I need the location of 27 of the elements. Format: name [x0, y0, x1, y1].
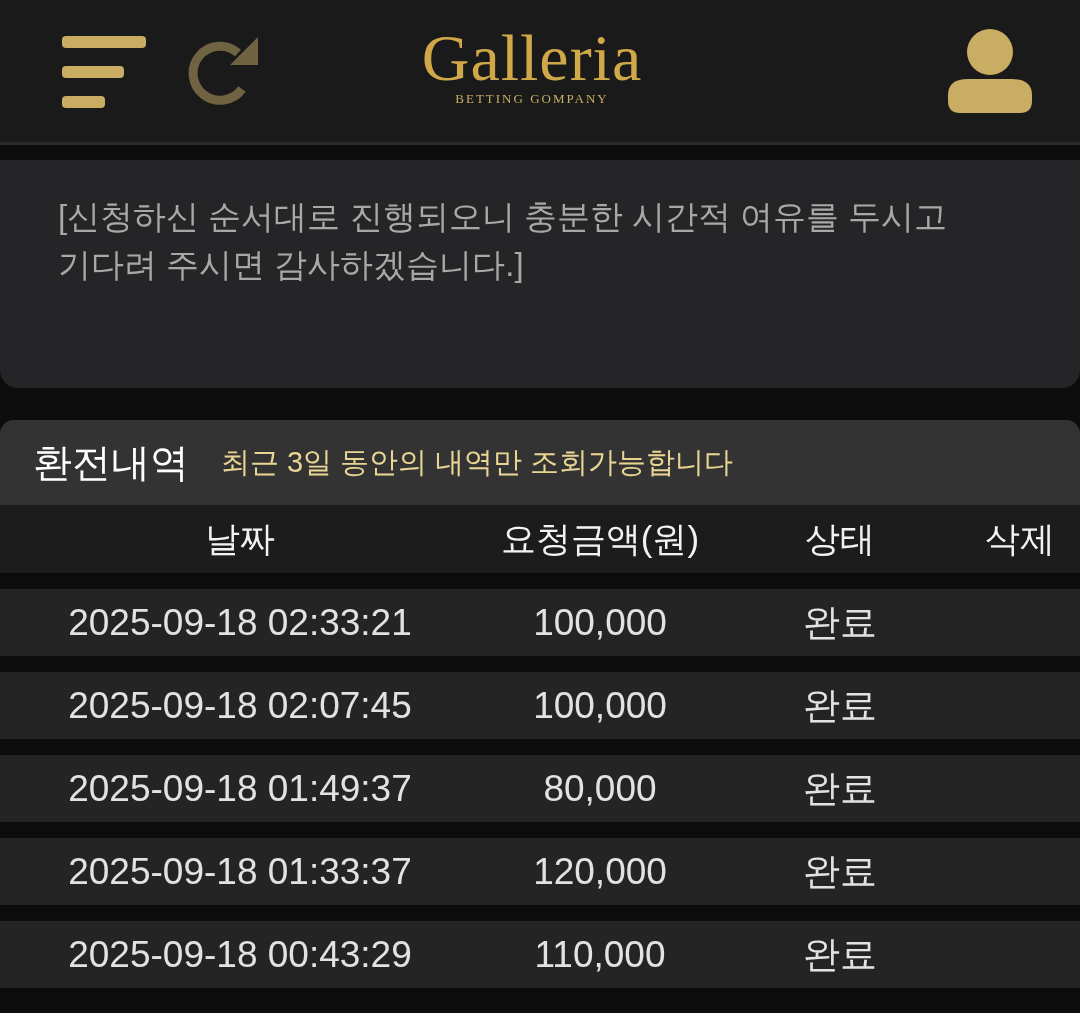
date-cell: 2025-09-18 02:07:45 [68, 684, 412, 727]
date-cell: 2025-09-18 02:33:21 [68, 601, 412, 644]
amount-cell: 110,000 [534, 933, 666, 976]
status-cell-text: 완료 [803, 683, 877, 728]
date-cell: 2025-09-18 01:33:37 [68, 850, 412, 893]
amount-cell: 120,000 [533, 850, 667, 893]
amount-cell: 100,000 [533, 601, 667, 644]
amount-cell: 100,000 [533, 684, 667, 727]
date-cell: 2025-09-18 01:49:37 [68, 767, 412, 810]
column-header: 날짜 [205, 517, 275, 560]
column-header: 상태 [805, 517, 875, 560]
column-header: 요청금액(원) [500, 517, 700, 560]
status-cell-text: 완료 [803, 849, 877, 894]
user-icon[interactable] [948, 29, 1032, 113]
notice-text: [신청하신 순서대로 진행되오니 충분한 시간적 여유를 두시고 기다려 주시면 감사하겠습니다.] [58, 197, 949, 285]
status-cell-text: 완료 [803, 766, 877, 811]
date-cell: 2025-09-18 00:43:29 [68, 933, 412, 976]
history-note: 최근 3일 동안의 내역만 조회가능합니다 [221, 444, 734, 480]
status-cell-text: 완료 [803, 600, 877, 645]
column-header: 삭제 [985, 517, 1055, 560]
menu-icon[interactable] [62, 36, 146, 108]
status-cell-text: 완료 [803, 932, 877, 977]
logo-tagline: BETTING GOMPANY [455, 90, 609, 108]
refresh-icon[interactable] [188, 37, 258, 105]
amount-cell: 80,000 [543, 767, 657, 810]
history-title: 환전내역 [33, 439, 189, 486]
logo-wordmark: Galleria [421, 26, 643, 90]
